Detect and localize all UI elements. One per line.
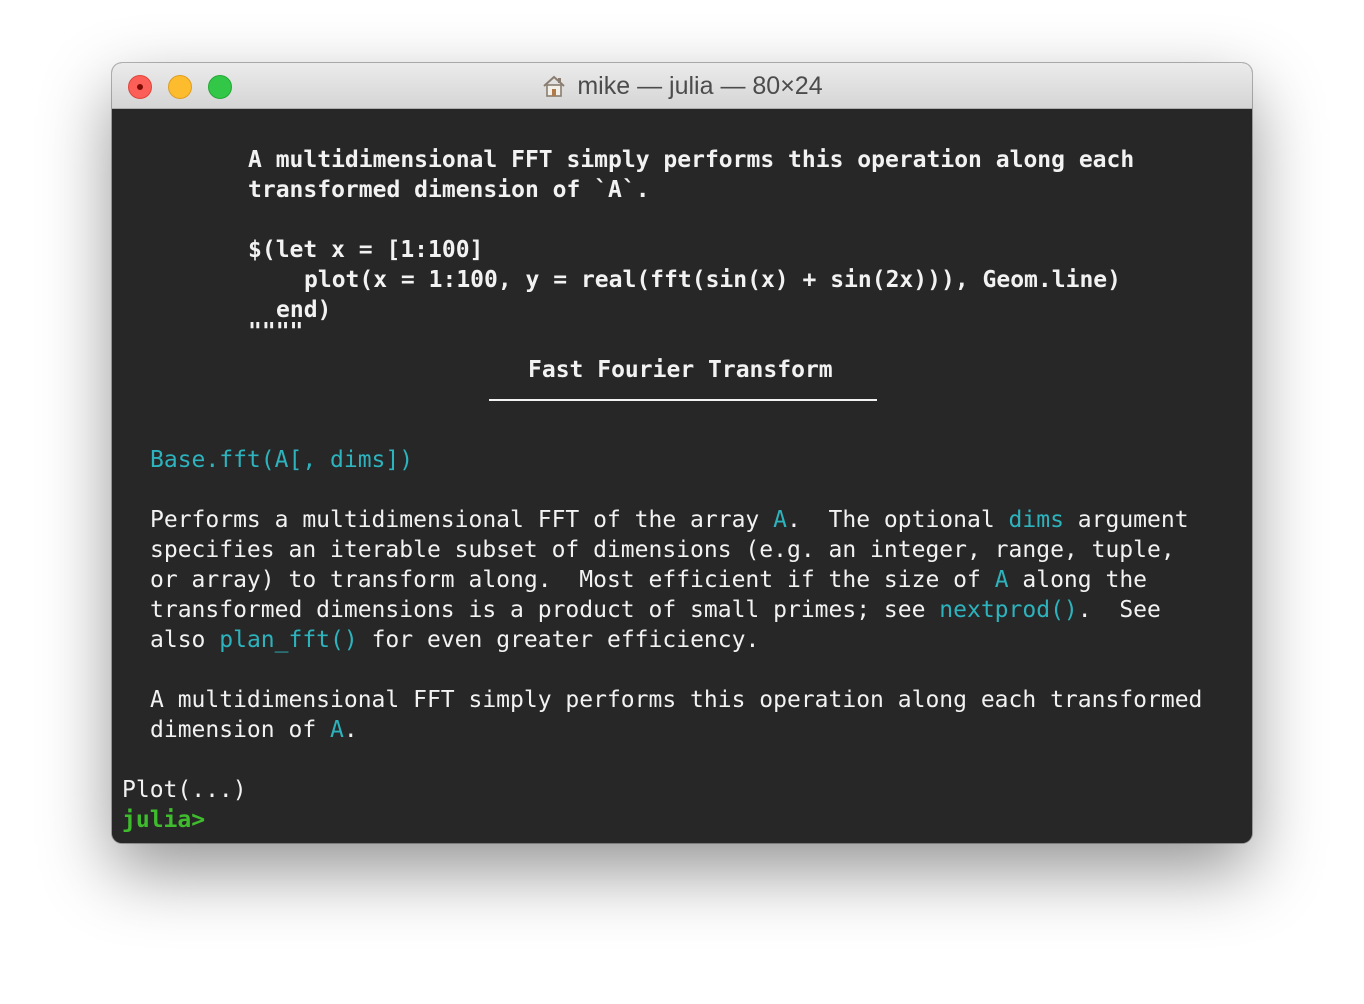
doc-line: dimension of A. — [150, 715, 358, 745]
doc-line: specifies an iterable subset of dimensio… — [150, 537, 1175, 563]
raw-line-6: """" — [248, 319, 304, 345]
function-signature: Base.fft(A[, dims]) — [150, 447, 414, 473]
doc-text: also — [150, 627, 220, 653]
doc-line: transformed dimensions is a product of s… — [150, 595, 1161, 625]
window-title: mike — julia — 80×24 — [577, 71, 823, 100]
raw-line-2: transformed dimension of `A`. — [248, 177, 650, 203]
julia-prompt[interactable]: julia> — [122, 805, 205, 835]
heading-underline-cap-right — [871, 399, 877, 401]
doc-text: dimension of — [150, 717, 331, 743]
doc-text: along the — [1008, 567, 1148, 593]
raw-line-4: plot(x = 1:100, y = real(fft(sin(x) + si… — [304, 267, 1121, 293]
doc-line: also plan_fft() for even greater efficie… — [150, 625, 759, 655]
code-ref: dims — [1008, 507, 1064, 533]
code-ref: plan_fft() — [219, 627, 358, 653]
output-line: Plot(...) — [122, 777, 247, 803]
doc-line: Performs a multidimensional FFT of the a… — [150, 505, 1189, 535]
code-ref: nextprod() — [939, 597, 1078, 623]
doc-line: or array) to transform along. Most effic… — [150, 565, 1147, 595]
doc-text: transformed dimensions is a product of s… — [150, 597, 940, 623]
terminal-content[interactable]: A multidimensional FFT simply performs t… — [112, 109, 1252, 843]
doc-line: A multidimensional FFT simply performs t… — [150, 687, 1203, 713]
doc-text: argument — [1063, 507, 1189, 533]
title-bar[interactable]: mike — julia — 80×24 — [112, 63, 1252, 109]
code-ref: A — [994, 567, 1009, 593]
heading-underline-cap-left — [489, 399, 495, 401]
doc-text: . — [343, 717, 358, 743]
code-ref: A — [330, 717, 344, 743]
code-ref: A — [773, 507, 787, 533]
raw-line-3: $(let x = [1:100] — [248, 237, 484, 263]
house-icon — [543, 75, 566, 97]
doc-text: Performs a multidimensional FFT of the a… — [150, 507, 774, 533]
doc-text: or array) to transform along. Most effic… — [150, 567, 995, 593]
doc-text: . The optional — [786, 507, 1009, 533]
terminal-window: mike — julia — 80×24 A multidimensional … — [112, 63, 1252, 843]
window-title-wrap: mike — julia — 80×24 — [112, 63, 1252, 109]
raw-line-1: A multidimensional FFT simply performs t… — [248, 147, 1135, 173]
doc-text: for even greater efficiency. — [357, 627, 760, 653]
section-heading: Fast Fourier Transform — [528, 357, 833, 383]
heading-underline — [489, 399, 877, 401]
doc-text: . See — [1077, 597, 1161, 623]
